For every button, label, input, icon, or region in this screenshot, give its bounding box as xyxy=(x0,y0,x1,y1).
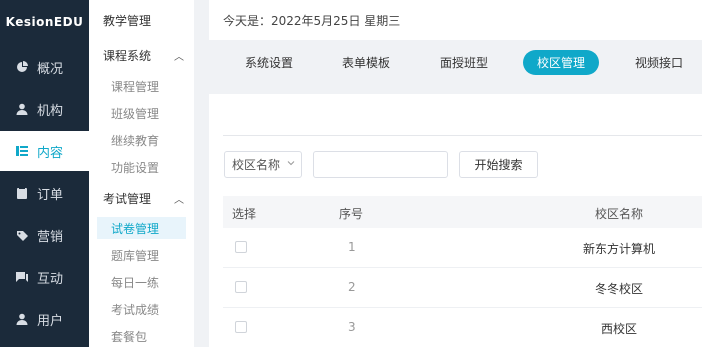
chat-icon xyxy=(15,270,29,284)
chevron-up-icon: ︿ xyxy=(174,52,184,63)
submenu-group-course[interactable]: 课程系统 ︿ xyxy=(103,47,184,64)
row-index: 2 xyxy=(348,280,356,294)
submenu-group-label: 课程系统 xyxy=(103,49,152,63)
tab-class-type[interactable]: 面授班型 xyxy=(428,50,500,75)
tab-form-template[interactable]: 表单模板 xyxy=(330,50,402,75)
dashboard-icon xyxy=(15,60,29,74)
search-input[interactable] xyxy=(313,151,448,178)
main-nav-rail: KesionEDU 概况 机构 内容 订单 营销 互动 用户 xyxy=(0,0,89,347)
row-index: 3 xyxy=(348,320,356,334)
rail-item-orders[interactable]: 订单 xyxy=(0,173,89,213)
rail-item-users[interactable]: 用户 xyxy=(0,299,89,339)
rail-item-interaction[interactable]: 互动 xyxy=(0,257,89,297)
order-icon xyxy=(15,186,29,200)
select-value: 校区名称 xyxy=(232,158,281,172)
submenu-item-question-bank[interactable]: 题库管理 xyxy=(97,244,186,266)
rail-item-label: 互动 xyxy=(37,271,64,287)
date-bar: 今天是：2022年5月25日 星期三 xyxy=(209,0,702,40)
rail-item-label: 订单 xyxy=(37,187,64,203)
brand-logo: KesionEDU xyxy=(5,15,84,29)
search-button[interactable]: 开始搜索 xyxy=(459,151,538,178)
row-campus-name: 冬冬校区 xyxy=(595,282,644,296)
submenu-item-exam-scores[interactable]: 考试成绩 xyxy=(97,298,186,320)
table-header: 选择 序号 校区名称 xyxy=(223,196,702,228)
rail-item-content[interactable]: 内容 xyxy=(0,131,89,171)
row-campus-name: 新东方计算机 xyxy=(583,242,656,256)
row-checkbox[interactable] xyxy=(235,241,247,253)
submenu-item-continuing-edu[interactable]: 继续教育 xyxy=(97,129,186,151)
rail-item-org[interactable]: 机构 xyxy=(0,89,89,129)
content-icon xyxy=(15,144,29,158)
secondary-menu: 教学管理 课程系统 ︿ 课程管理 班级管理 继续教育 功能设置 考试管理 ︿ 试… xyxy=(89,0,194,347)
submenu-item-package[interactable]: 套餐包 xyxy=(97,325,186,347)
column-header-campus-name: 校区名称 xyxy=(595,207,644,221)
divider xyxy=(223,135,702,136)
tab-campus-manage[interactable]: 校区管理 xyxy=(523,50,599,75)
tab-bar: 系统设置 表单模板 面授班型 校区管理 视频接口 xyxy=(209,44,702,82)
submenu-top-label[interactable]: 教学管理 xyxy=(103,12,151,29)
chevron-down-icon xyxy=(287,161,295,166)
rail-item-label: 机构 xyxy=(37,103,64,119)
marketing-icon xyxy=(15,228,29,242)
campus-field-select[interactable]: 校区名称 xyxy=(224,151,302,178)
rail-item-label: 内容 xyxy=(37,145,64,161)
rail-item-label: 概况 xyxy=(37,61,64,77)
column-header-select: 选择 xyxy=(232,207,257,221)
rail-item-marketing[interactable]: 营销 xyxy=(0,215,89,255)
table-row: 3 西校区 xyxy=(223,308,702,347)
column-header-index: 序号 xyxy=(339,207,364,221)
tab-video-api[interactable]: 视频接口 xyxy=(623,50,695,75)
submenu-item-daily-practice[interactable]: 每日一练 xyxy=(97,271,186,293)
date-text: 今天是：2022年5月25日 星期三 xyxy=(223,13,401,28)
content-card: 校区名称 开始搜索 选择 序号 校区名称 1 新东方计算机 2 冬冬校区 3 西… xyxy=(209,94,702,347)
rail-item-label: 营销 xyxy=(37,229,64,245)
tab-system-settings[interactable]: 系统设置 xyxy=(233,50,305,75)
submenu-group-exam[interactable]: 考试管理 ︿ xyxy=(103,190,184,207)
submenu-item-class-manage[interactable]: 班级管理 xyxy=(97,102,186,124)
rail-item-label: 用户 xyxy=(37,313,64,329)
rail-item-overview[interactable]: 概况 xyxy=(0,47,89,87)
row-index: 1 xyxy=(348,240,356,254)
row-campus-name: 西校区 xyxy=(601,322,638,336)
submenu-item-settings[interactable]: 功能设置 xyxy=(97,156,186,178)
table-row: 1 新东方计算机 xyxy=(223,228,702,268)
table-row: 2 冬冬校区 xyxy=(223,268,702,308)
row-checkbox[interactable] xyxy=(235,321,247,333)
chevron-up-icon: ︿ xyxy=(174,195,184,206)
user-icon xyxy=(15,102,29,116)
row-checkbox[interactable] xyxy=(235,281,247,293)
user-icon xyxy=(15,312,29,326)
submenu-item-course-manage[interactable]: 课程管理 xyxy=(97,75,186,97)
submenu-item-paper-manage[interactable]: 试卷管理 xyxy=(97,217,186,239)
submenu-group-label: 考试管理 xyxy=(103,192,152,206)
